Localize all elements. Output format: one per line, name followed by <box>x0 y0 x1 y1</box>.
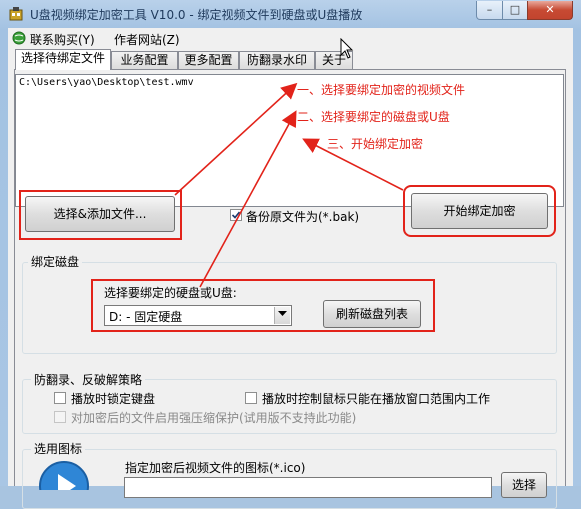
arrow-step3 <box>302 138 404 191</box>
arrow-step2 <box>199 110 297 288</box>
app-window: U盘视频绑定加密工具 V10.0 - 绑定视频文件到硬盘或U盘播放 – □ ✕ … <box>0 0 581 509</box>
mouse-cursor-icon <box>340 38 354 59</box>
arrow-step1 <box>174 82 298 196</box>
tab-select-file[interactable]: 选择待绑定文件 <box>15 49 111 70</box>
annotation-arrows <box>174 82 404 288</box>
